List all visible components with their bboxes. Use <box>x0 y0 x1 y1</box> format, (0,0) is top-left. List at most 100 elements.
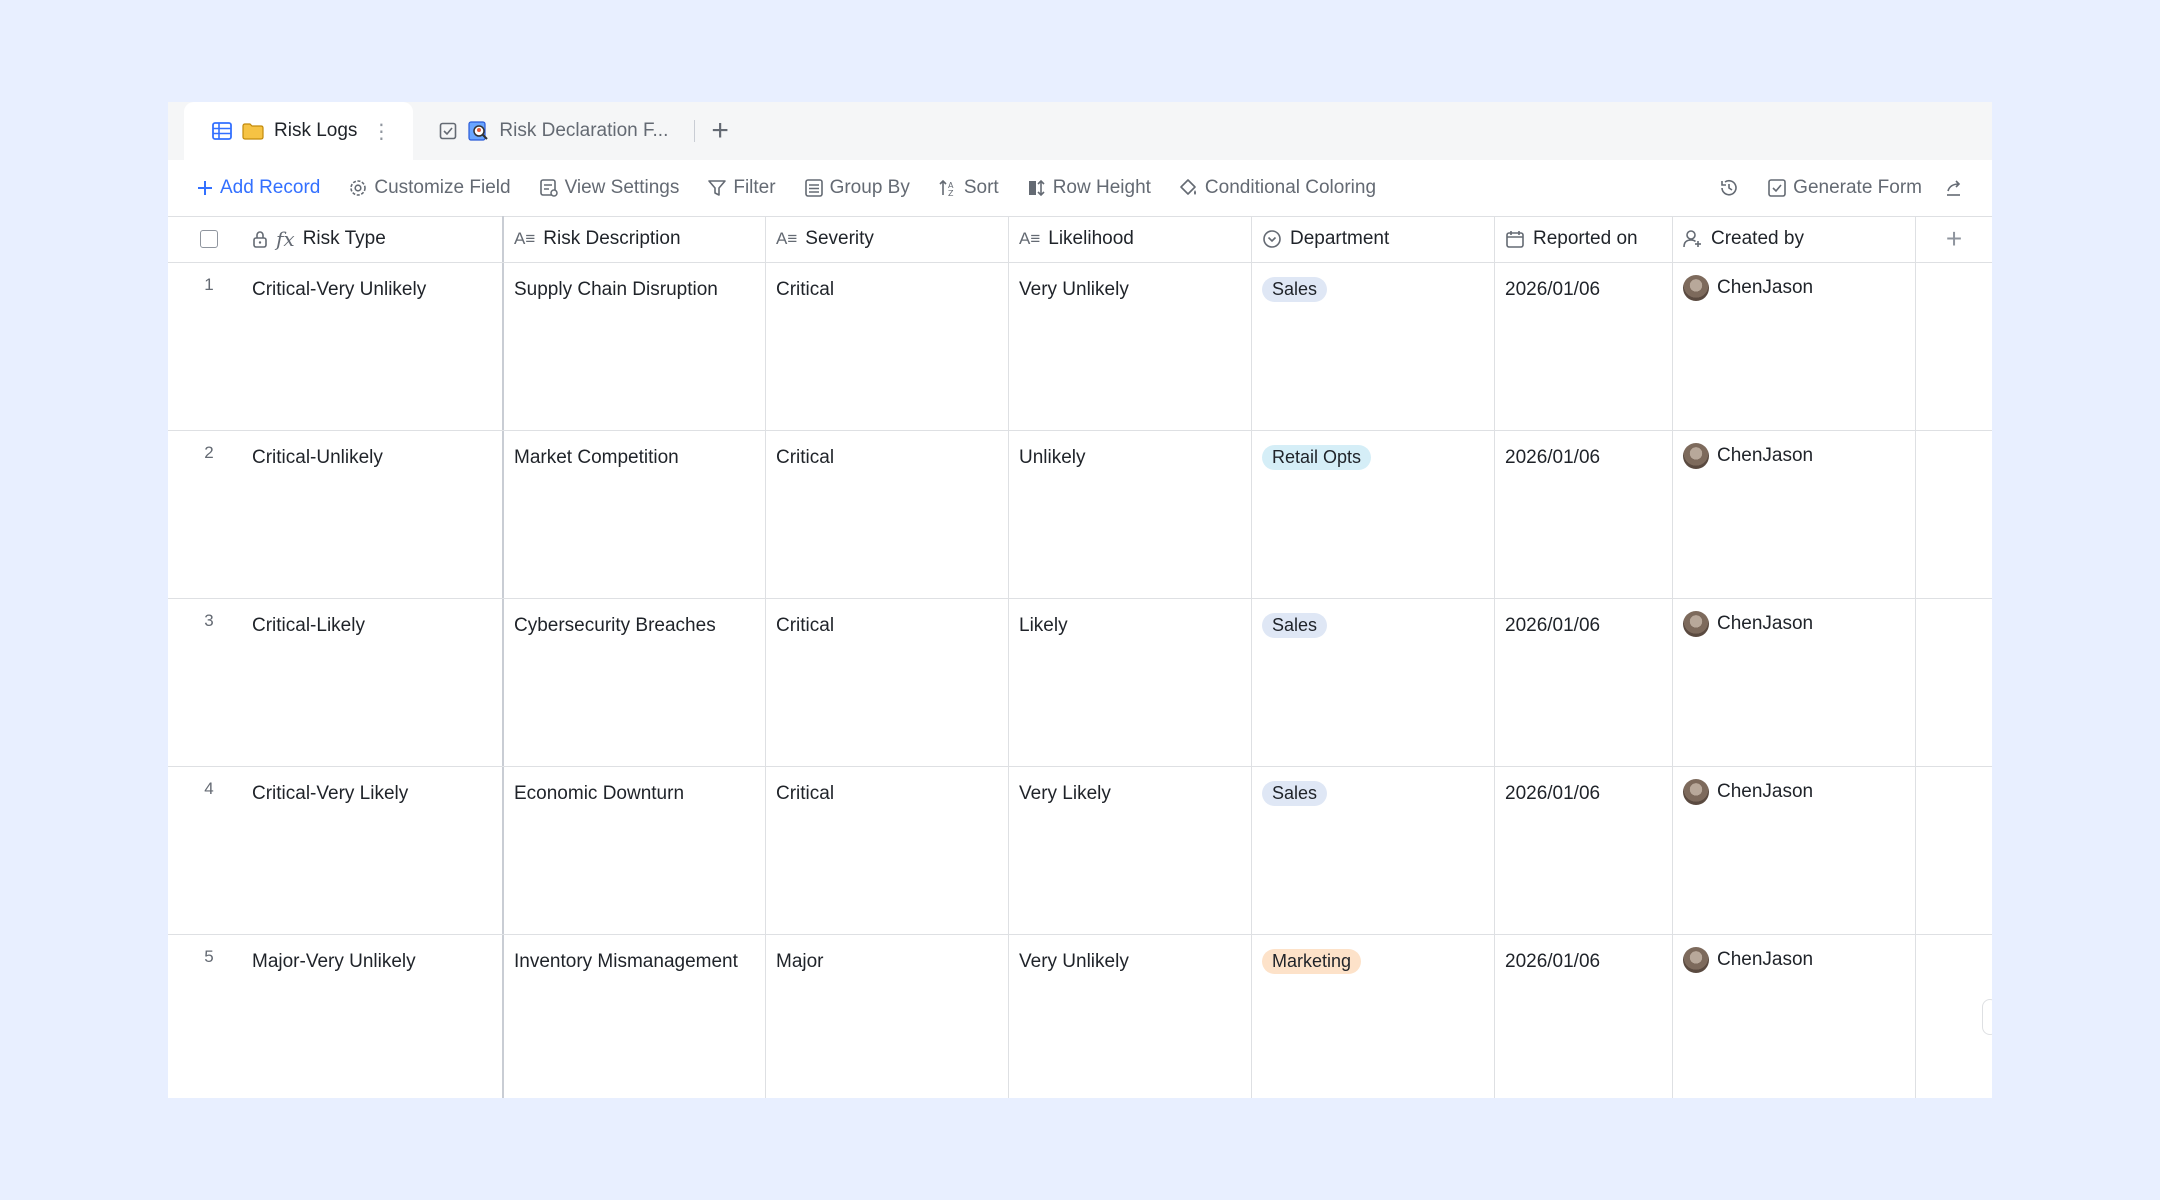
avatar <box>1683 779 1709 805</box>
cell-severity[interactable]: Critical <box>766 263 1009 430</box>
user-chip: ChenJason <box>1683 611 1915 637</box>
cell-likelihood[interactable]: Very Unlikely <box>1009 935 1252 1098</box>
filter-icon <box>707 178 727 198</box>
user-name: ChenJason <box>1717 781 1814 802</box>
table-row[interactable]: 5 Major-Very Unlikely Inventory Mismanag… <box>168 935 1992 1098</box>
data-grid: fx Risk Type A≡ Risk Description A≡ Seve… <box>168 216 1992 1098</box>
view-settings-icon <box>539 178 559 198</box>
tab-risk-declaration[interactable]: Risk Declaration F... <box>423 102 684 160</box>
cell-reported-on[interactable]: 2026/01/06 <box>1495 767 1673 934</box>
cell-reported-on[interactable]: 2026/01/06 <box>1495 263 1673 430</box>
group-by-button[interactable]: Group By <box>804 177 910 199</box>
folder-icon <box>242 122 264 140</box>
empty-cell <box>1916 263 1992 430</box>
cell-likelihood[interactable]: Very Likely <box>1009 767 1252 934</box>
cell-risk-type[interactable]: Critical-Unlikely <box>250 431 504 598</box>
table-row[interactable]: 4 Critical-Very Likely Economic Downturn… <box>168 767 1992 935</box>
cell-department[interactable]: Marketing <box>1252 935 1495 1098</box>
cell-risk-description[interactable]: Market Competition <box>504 431 766 598</box>
column-header-risk-type[interactable]: fx Risk Type <box>250 216 504 262</box>
cell-created-by[interactable]: ChenJason <box>1673 599 1916 766</box>
column-header-severity[interactable]: A≡ Severity <box>766 216 1009 262</box>
cell-risk-type[interactable]: Critical-Likely <box>250 599 504 766</box>
form-view-icon <box>439 122 457 140</box>
single-select-icon <box>1262 229 1282 249</box>
tab-label: Risk Declaration F... <box>499 120 669 141</box>
paint-bucket-icon <box>1179 178 1199 198</box>
cell-severity[interactable]: Critical <box>766 599 1009 766</box>
header-row: fx Risk Type A≡ Risk Description A≡ Seve… <box>168 216 1992 263</box>
row-index: 1 <box>204 275 214 294</box>
plus-icon <box>196 179 214 197</box>
cell-severity[interactable]: Critical <box>766 767 1009 934</box>
row-index: 4 <box>204 779 214 798</box>
cell-risk-description[interactable]: Inventory Mismanagement <box>504 935 766 1098</box>
sort-icon: AZ <box>938 178 958 198</box>
cell-created-by[interactable]: ChenJason <box>1673 935 1916 1098</box>
user-name: ChenJason <box>1717 949 1814 970</box>
column-header-department[interactable]: Department <box>1252 216 1495 262</box>
cell-likelihood[interactable]: Unlikely <box>1009 431 1252 598</box>
select-all-checkbox-cell[interactable] <box>168 216 250 262</box>
table-row[interactable]: 3 Critical-Likely Cybersecurity Breaches… <box>168 599 1992 767</box>
generate-form-button[interactable]: Generate Form <box>1767 177 1922 199</box>
cell-created-by[interactable]: ChenJason <box>1673 263 1916 430</box>
cell-likelihood[interactable]: Very Unlikely <box>1009 263 1252 430</box>
history-button[interactable] <box>1719 178 1745 198</box>
app-window: Risk Logs ⋮ Risk Declaration F... + Add … <box>168 102 1992 1098</box>
cell-reported-on[interactable]: 2026/01/06 <box>1495 599 1673 766</box>
cell-severity[interactable]: Major <box>766 935 1009 1098</box>
department-tag: Retail Opts <box>1262 445 1372 470</box>
department-tag: Sales <box>1262 781 1328 806</box>
add-column-button[interactable]: + <box>1916 216 1992 262</box>
table-row[interactable]: 2 Critical-Unlikely Market Competition C… <box>168 431 1992 599</box>
cell-department[interactable]: Sales <box>1252 599 1495 766</box>
cell-department[interactable]: Sales <box>1252 767 1495 934</box>
row-index: 2 <box>204 443 214 462</box>
customize-field-button[interactable]: Customize Field <box>348 177 511 199</box>
filter-button[interactable]: Filter <box>707 177 776 199</box>
cell-likelihood[interactable]: Likely <box>1009 599 1252 766</box>
row-height-button[interactable]: Row Height <box>1027 177 1151 199</box>
view-settings-button[interactable]: View Settings <box>539 177 679 199</box>
sort-button[interactable]: AZ Sort <box>938 177 999 199</box>
column-header-likelihood[interactable]: A≡ Likelihood <box>1009 216 1252 262</box>
calendar-icon <box>1505 229 1525 249</box>
cell-risk-description[interactable]: Supply Chain Disruption <box>504 263 766 430</box>
rows-container: 1 Critical-Very Unlikely Supply Chain Di… <box>168 263 1992 1098</box>
cell-department[interactable]: Sales <box>1252 263 1495 430</box>
cell-risk-type[interactable]: Major-Very Unlikely <box>250 935 504 1098</box>
select-all-checkbox[interactable] <box>200 230 218 248</box>
row-index: 5 <box>204 947 214 966</box>
user-chip: ChenJason <box>1683 275 1915 301</box>
cell-risk-description[interactable]: Cybersecurity Breaches <box>504 599 766 766</box>
add-tab-icon[interactable]: + <box>711 116 729 146</box>
department-tag: Sales <box>1262 277 1328 302</box>
scroll-handle[interactable] <box>1982 999 1992 1035</box>
text-field-icon: A≡ <box>776 229 798 248</box>
cell-risk-description[interactable]: Economic Downturn <box>504 767 766 934</box>
column-header-risk-description[interactable]: A≡ Risk Description <box>504 216 766 262</box>
cell-reported-on[interactable]: 2026/01/06 <box>1495 935 1673 1098</box>
cell-department[interactable]: Retail Opts <box>1252 431 1495 598</box>
empty-cell <box>1916 431 1992 598</box>
grid-view-icon <box>212 122 232 140</box>
user-add-icon <box>1683 229 1703 249</box>
column-header-reported-on[interactable]: Reported on <box>1495 216 1673 262</box>
text-field-icon: A≡ <box>1019 229 1041 248</box>
department-tag: Marketing <box>1262 949 1362 974</box>
cell-risk-type[interactable]: Critical-Very Likely <box>250 767 504 934</box>
cell-risk-type[interactable]: Critical-Very Unlikely <box>250 263 504 430</box>
column-header-created-by[interactable]: Created by <box>1673 216 1916 262</box>
form-icon <box>467 120 489 142</box>
cell-created-by[interactable]: ChenJason <box>1673 767 1916 934</box>
add-record-button[interactable]: Add Record <box>196 177 320 199</box>
more-icon[interactable]: ⋮ <box>371 119 391 144</box>
share-button[interactable] <box>1944 178 1970 198</box>
table-row[interactable]: 1 Critical-Very Unlikely Supply Chain Di… <box>168 263 1992 431</box>
cell-created-by[interactable]: ChenJason <box>1673 431 1916 598</box>
tab-risk-logs[interactable]: Risk Logs ⋮ <box>184 102 414 160</box>
cell-reported-on[interactable]: 2026/01/06 <box>1495 431 1673 598</box>
cell-severity[interactable]: Critical <box>766 431 1009 598</box>
conditional-coloring-button[interactable]: Conditional Coloring <box>1179 177 1376 199</box>
